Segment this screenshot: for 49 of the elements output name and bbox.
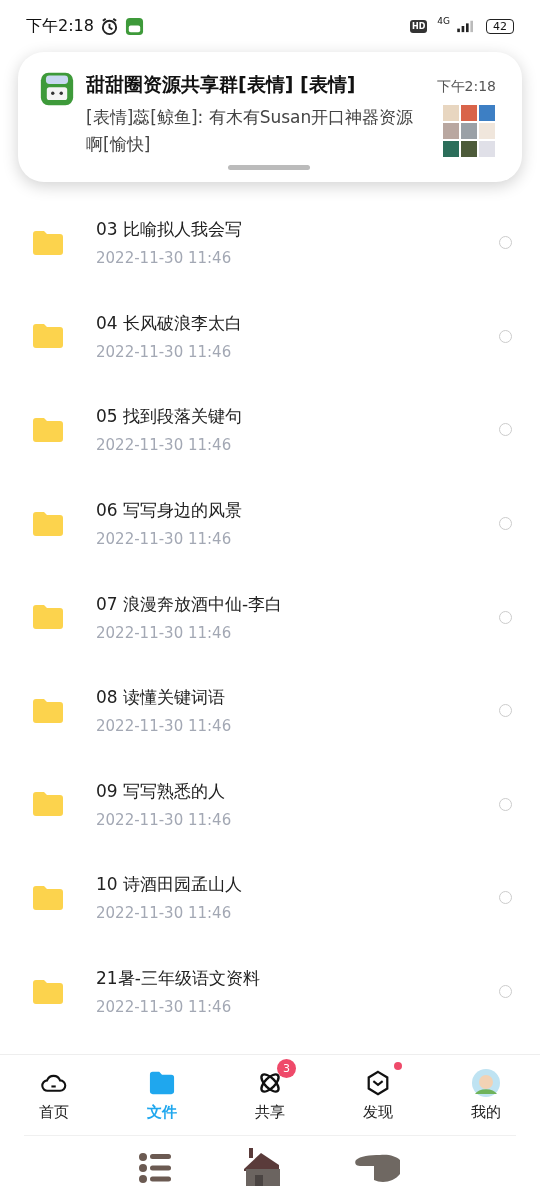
notification-message: [表情]蕊[鲸鱼]: 有木有Susan开口神器资源啊[愉快]	[86, 106, 415, 156]
file-name[interactable]: 03 比喻拟人我会写	[96, 218, 499, 242]
nav-tab[interactable]: 首页	[0, 1055, 108, 1135]
folder-icon	[32, 604, 64, 631]
menu-icon[interactable]	[138, 1151, 173, 1185]
hd-badge: HD	[409, 19, 428, 33]
battery-indicator: 42	[486, 18, 514, 34]
nav-tab[interactable]: 3 共享	[216, 1055, 324, 1135]
file-name[interactable]: 10 诗酒田园孟山人	[96, 873, 499, 897]
avatar-icon	[471, 1067, 501, 1098]
folder-icon	[32, 417, 64, 443]
alarm-icon	[99, 16, 119, 36]
folder-icon	[32, 978, 64, 1005]
file-date: 2022-11-30 11:46	[96, 342, 233, 361]
folder-icon	[149, 1069, 175, 1096]
file-date: 2022-11-30 11:46	[96, 717, 233, 736]
status-time: 下午2:18	[26, 15, 94, 37]
folder-icon	[32, 884, 64, 911]
nav-tab[interactable]: 发现	[324, 1055, 432, 1135]
file-name[interactable]: 07 浪漫奔放酒中仙-李白	[96, 592, 499, 616]
network-label: 4G	[437, 16, 450, 26]
file-date: 2022-11-30 11:46	[96, 998, 233, 1017]
nav-tab[interactable]: 我的	[432, 1055, 540, 1135]
file-date: 2022-11-30 11:46	[96, 530, 233, 549]
file-name[interactable]: 08 读懂关键词语	[96, 686, 499, 710]
notification-time: 下午2:18	[436, 78, 496, 96]
file-name[interactable]: 04 长风破浪李太白	[96, 311, 499, 335]
folder-icon	[32, 510, 64, 537]
file-name[interactable]: 09 写写熟悉的人	[96, 779, 499, 803]
file-date: 2022-11-30 11:46	[96, 810, 233, 829]
signal-icon	[456, 19, 476, 33]
folder-icon	[32, 697, 64, 724]
notification-title: 甜甜圈资源共享群[表情] [表情]	[86, 72, 356, 97]
drag-handle[interactable]	[228, 165, 310, 170]
notification-card[interactable]: 甜甜圈资源共享群[表情] [表情] 下午2:18 [表情]蕊[鲸鱼]: 有木有Susan开口神器资源啊[愉快]	[18, 52, 522, 182]
file-date: 2022-11-30 11:46	[96, 904, 233, 923]
folder-icon	[32, 323, 64, 350]
folder-icon	[32, 229, 64, 256]
file-date: 2022-11-30 11:46	[96, 623, 233, 642]
file-date: 2022-11-30 11:46	[96, 249, 233, 268]
file-name[interactable]: 21暑-三年级语文资料	[96, 967, 499, 991]
file-name[interactable]: 06 写写身边的风景	[96, 499, 499, 523]
app-icon	[124, 16, 144, 36]
file-name[interactable]: 05 找到段落关键句	[96, 405, 499, 429]
file-date: 2022-11-30 11:46	[96, 436, 233, 455]
count-badge: 3	[277, 1058, 296, 1078]
app-icon	[40, 72, 74, 106]
folder-icon	[32, 791, 64, 818]
cube-icon	[365, 1069, 391, 1096]
